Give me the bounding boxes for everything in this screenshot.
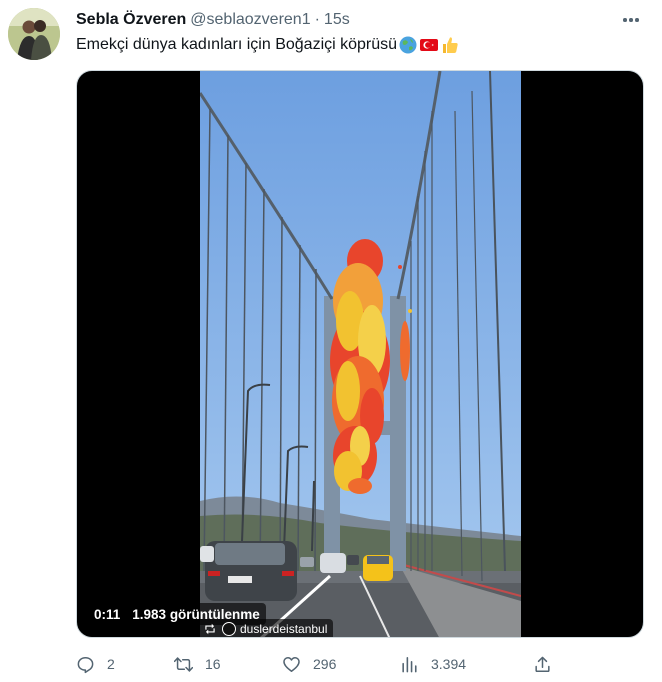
more-options-button[interactable] bbox=[618, 9, 644, 31]
tweet-header: Sebla Özveren @seblaozveren1 · 15s bbox=[76, 9, 646, 31]
turkey-flag-icon bbox=[419, 35, 439, 55]
analytics-icon bbox=[402, 656, 417, 672]
repost-small-icon bbox=[203, 623, 217, 635]
reply-count: 2 bbox=[107, 656, 115, 672]
avatar[interactable] bbox=[8, 8, 60, 60]
dot-icon bbox=[629, 18, 633, 22]
globe-emoji-icon bbox=[398, 35, 418, 55]
like-button[interactable]: 296 bbox=[282, 652, 336, 676]
reply-button[interactable]: 2 bbox=[76, 652, 115, 676]
heart-icon bbox=[283, 656, 300, 672]
credit-avatar-icon bbox=[222, 622, 236, 636]
action-bar: 2 16 296 3.394 bbox=[76, 652, 576, 676]
repost-button[interactable]: 16 bbox=[174, 652, 221, 676]
dot-icon bbox=[623, 18, 627, 22]
video-player[interactable]: 0:11 1.983 görüntülenme duslerdeistanbul bbox=[76, 70, 644, 638]
display-name[interactable]: Sebla Özveren bbox=[76, 11, 186, 29]
repost-count: 16 bbox=[205, 656, 221, 672]
video-time: 0:11 bbox=[94, 606, 121, 622]
repost-icon bbox=[174, 656, 193, 672]
share-icon bbox=[535, 656, 550, 672]
dot-icon bbox=[635, 18, 639, 22]
video-credit[interactable]: duslerdeistanbul bbox=[199, 619, 334, 637]
credit-username[interactable]: duslerdeistanbul bbox=[240, 622, 327, 636]
separator-dot: · bbox=[314, 11, 320, 28]
reply-icon bbox=[77, 656, 94, 673]
view-count: 3.394 bbox=[431, 656, 467, 672]
handle[interactable]: @seblaozveren1 bbox=[190, 11, 310, 29]
timestamp[interactable]: 15s bbox=[324, 11, 350, 29]
video-frame[interactable] bbox=[200, 71, 521, 637]
share-button[interactable] bbox=[533, 652, 552, 676]
like-count: 296 bbox=[313, 656, 337, 672]
tweet-text-row: Emekçi dünya kadınları için Boğaziçi köp… bbox=[76, 34, 460, 56]
views-button[interactable]: 3.394 bbox=[400, 652, 466, 676]
tweet-text: Emekçi dünya kadınları için Boğaziçi köp… bbox=[76, 36, 398, 53]
thumbs-up-icon bbox=[440, 35, 460, 55]
tweet[interactable]: Sebla Özveren @seblaozveren1 · 15s Emekç… bbox=[0, 0, 662, 682]
